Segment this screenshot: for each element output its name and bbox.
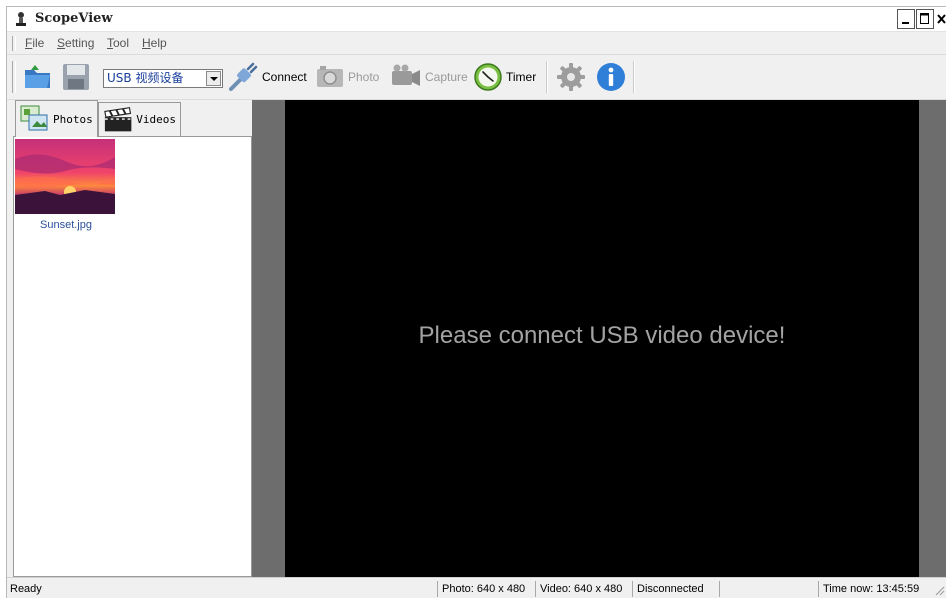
menu-bar: File Setting Tool Help (7, 32, 946, 55)
connect-button[interactable]: Connect (227, 61, 307, 93)
menu-tool[interactable]: Tool (107, 36, 129, 50)
capture-label: Capture (425, 70, 468, 84)
device-select-value: USB 视频设备 (107, 71, 184, 85)
device-select[interactable]: USB 视频设备 (103, 69, 223, 88)
timer-button[interactable]: Timer (473, 61, 536, 93)
maximize-button[interactable] (916, 9, 934, 29)
status-bar: Ready Photo: 640 x 480 Video: 640 x 480 … (7, 577, 946, 598)
tab-photos-label: Photos (53, 112, 93, 126)
connect-label: Connect (262, 70, 307, 84)
resize-grip-icon[interactable] (933, 584, 945, 598)
photo-label: Photo (348, 70, 380, 84)
toolbar-separator (546, 61, 548, 93)
info-button[interactable] (595, 61, 627, 93)
save-button[interactable] (61, 61, 91, 93)
app-window: ScopeView File Setting Tool Help USB 视频设… (6, 6, 946, 598)
gear-icon (557, 63, 585, 91)
gallery-item-caption: Sunset.jpg (40, 219, 92, 231)
media-panel: Photos Videos Sunset.jpg (7, 100, 252, 577)
photo-gallery: Sunset.jpg (13, 136, 252, 577)
camera-icon (317, 66, 343, 87)
close-button[interactable] (935, 9, 946, 27)
status-video-resolution: Video: 640 x 480 (535, 581, 628, 597)
title-bar: ScopeView (7, 7, 946, 32)
plug-icon (229, 62, 258, 91)
status-state: Ready (10, 583, 42, 595)
clapperboard-icon (104, 106, 132, 131)
toolbar-grip (12, 61, 16, 93)
open-folder-icon (25, 65, 50, 88)
video-camera-icon (392, 64, 420, 86)
settings-button[interactable] (555, 61, 587, 93)
status-photo-resolution: Photo: 640 x 480 (437, 581, 533, 597)
menu-grip (12, 36, 16, 51)
tab-photos[interactable]: Photos (15, 100, 98, 137)
status-time: Time now: 13:45:59 (818, 581, 933, 597)
tab-videos-label: Videos (136, 113, 176, 126)
video-preview: Please connect USB video device! (285, 100, 919, 577)
maximize-icon (920, 13, 929, 24)
close-icon (937, 14, 946, 24)
preview-message: Please connect USB video device! (418, 322, 786, 349)
app-icon (16, 12, 26, 26)
menu-setting[interactable]: Setting (57, 36, 94, 50)
menu-file[interactable]: File (25, 36, 44, 50)
minimize-icon (902, 22, 909, 24)
preview-frame: Please connect USB video device! (252, 100, 946, 577)
sunset-thumbnail (15, 139, 115, 214)
status-connection: Disconnected (632, 581, 716, 597)
gallery-item[interactable]: Sunset.jpg (15, 139, 115, 231)
menu-help[interactable]: Help (142, 36, 167, 50)
tab-videos[interactable]: Videos (98, 102, 181, 136)
capture-button[interactable]: Capture (388, 61, 468, 93)
photos-icon (20, 105, 48, 131)
open-button[interactable] (23, 61, 53, 93)
chevron-down-icon[interactable] (206, 71, 221, 86)
toolbar: USB 视频设备 Connect Photo Capture Timer (7, 55, 946, 100)
window-controls (896, 9, 946, 29)
status-empty (719, 581, 814, 597)
info-icon (597, 63, 625, 91)
toolbar-separator-end (633, 61, 635, 93)
timer-clock-icon (474, 63, 502, 91)
photo-button[interactable]: Photo (315, 61, 379, 93)
minimize-button[interactable] (897, 9, 915, 29)
window-title: ScopeView (35, 11, 113, 26)
timer-label: Timer (506, 70, 537, 84)
save-disk-icon (63, 64, 89, 90)
